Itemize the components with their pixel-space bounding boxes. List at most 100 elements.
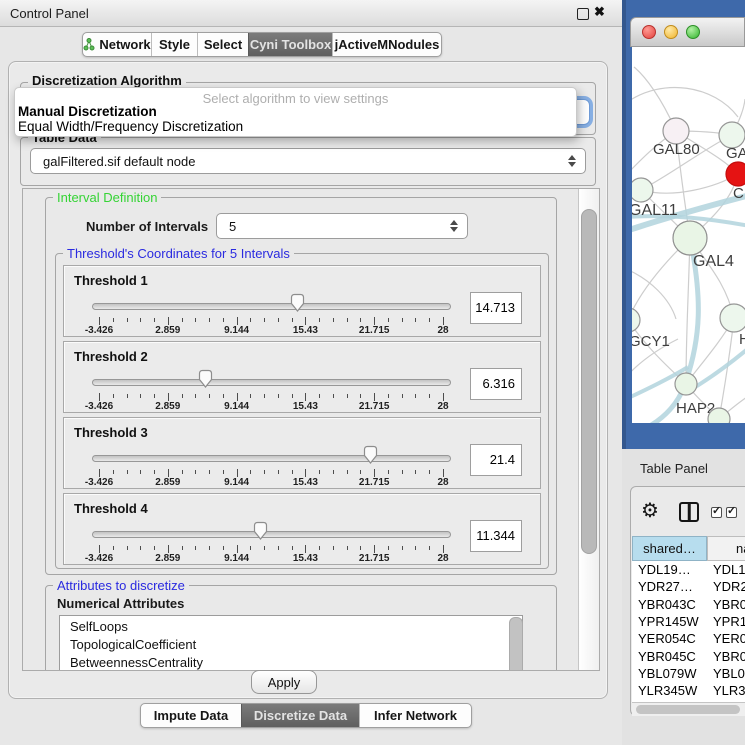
panel-scrollbar-track[interactable] xyxy=(578,189,600,670)
slider-tick xyxy=(209,318,210,322)
table-data-combobox[interactable]: galFiltered.sif default node xyxy=(30,148,586,174)
slider-tick xyxy=(168,469,169,477)
tab-jactivemnodules[interactable]: jActiveMNodules xyxy=(332,33,441,56)
tab-impute-data[interactable]: Impute Data xyxy=(141,704,241,727)
attributes-group-title: Attributes to discretize xyxy=(53,578,189,593)
threshold-label: Threshold 3 xyxy=(74,425,148,440)
threshold-value-input[interactable]: 21.4 xyxy=(470,444,522,476)
slider-tick xyxy=(99,469,100,477)
option-manual-discretization[interactable]: Manual Discretization xyxy=(18,104,157,119)
threshold-row: Threshold 3-3.4262.8599.14415.4321.71528… xyxy=(63,417,541,489)
tab-select[interactable]: Select xyxy=(197,33,248,56)
table-row[interactable]: YBL079WYBL0 xyxy=(632,665,745,682)
close-traffic-light-icon[interactable] xyxy=(642,25,656,39)
network-node[interactable] xyxy=(673,221,707,255)
attribute-item[interactable]: TopologicalCoefficient xyxy=(70,637,196,652)
cyni-mode-tabs: Impute Data Discretize Data Infer Networ… xyxy=(140,703,472,728)
column-header-name[interactable]: na xyxy=(707,536,745,561)
network-node-label: GAL11 xyxy=(632,202,678,219)
slider-thumb[interactable] xyxy=(198,369,213,389)
slider-track[interactable] xyxy=(92,303,451,310)
tab-jactivemnodules-label: jActiveMNodules xyxy=(335,37,440,52)
slider-tick xyxy=(237,317,238,325)
checkbox-icon[interactable] xyxy=(711,507,722,518)
slider-tick xyxy=(360,546,361,550)
table-row[interactable]: YDL19…YDL1 xyxy=(632,561,745,578)
table-hscrollbar-track[interactable] xyxy=(632,702,745,716)
threshold-value-input[interactable]: 11.344 xyxy=(470,520,522,552)
close-icon[interactable]: ✖ xyxy=(594,4,605,20)
column-header-shared-name[interactable]: shared… xyxy=(632,536,707,561)
slider-tick xyxy=(113,394,114,398)
slider-tick xyxy=(319,546,320,550)
tab-style-label: Style xyxy=(159,37,190,52)
slider-tick-label: 9.144 xyxy=(224,553,249,564)
tab-infer-network[interactable]: Infer Network xyxy=(359,704,471,727)
slider-tick xyxy=(140,470,141,474)
number-of-intervals-combobox[interactable]: 5 xyxy=(216,213,468,239)
tab-style[interactable]: Style xyxy=(151,33,197,56)
slider-tick-label: 2.859 xyxy=(155,477,180,488)
float-window-icon[interactable] xyxy=(577,8,589,20)
network-node[interactable] xyxy=(632,308,640,332)
table-row[interactable]: YDR27…YDR2 xyxy=(632,578,745,595)
table-row[interactable]: YPR145WYPR1 xyxy=(632,613,745,630)
option-equal-width-frequency[interactable]: Equal Width/Frequency Discretization xyxy=(18,119,243,134)
slider-tick xyxy=(305,317,306,325)
network-node[interactable] xyxy=(726,162,745,186)
zoom-traffic-light-icon[interactable] xyxy=(686,25,700,39)
slider-tick xyxy=(223,318,224,322)
tab-impute-data-label: Impute Data xyxy=(154,708,228,723)
network-node[interactable] xyxy=(675,373,697,395)
slider-tick xyxy=(388,546,389,550)
network-node[interactable] xyxy=(632,178,653,202)
attribute-item[interactable]: SelfLoops xyxy=(70,619,128,634)
threshold-value-input[interactable]: 14.713 xyxy=(470,292,522,324)
slider-thumb[interactable] xyxy=(253,521,268,541)
slider-thumb[interactable] xyxy=(290,293,305,313)
network-edge[interactable] xyxy=(632,87,738,117)
network-node[interactable] xyxy=(720,304,745,332)
slider-tick xyxy=(333,546,334,550)
slider-track[interactable] xyxy=(92,455,451,462)
slider-track[interactable] xyxy=(92,531,451,538)
slider-tick xyxy=(127,470,128,474)
table-row[interactable]: YBR043CYBR0 xyxy=(632,596,745,613)
network-edge-thick[interactable] xyxy=(692,347,745,389)
table-row[interactable]: YER054CYER0 xyxy=(632,630,745,647)
tab-network[interactable]: Network xyxy=(83,33,151,56)
network-node-label: GA xyxy=(726,145,745,162)
tab-cyni-toolbox[interactable]: Cyni Toolbox xyxy=(248,33,332,56)
tab-discretize-data-label: Discretize Data xyxy=(254,708,347,723)
slider-thumb[interactable] xyxy=(363,445,378,465)
slider-tick xyxy=(388,394,389,398)
checkbox-icon[interactable] xyxy=(726,507,737,518)
table-row[interactable]: YBR045CYBR0 xyxy=(632,648,745,665)
minimize-traffic-light-icon[interactable] xyxy=(664,25,678,39)
panel-scrollbar-thumb[interactable] xyxy=(581,209,597,554)
network-edge-thick[interactable] xyxy=(648,238,698,423)
attribute-item[interactable]: BetweennessCentrality xyxy=(70,655,203,670)
threshold-value-input[interactable]: 6.316 xyxy=(470,368,522,400)
gear-icon[interactable]: ⚙ xyxy=(641,500,659,522)
apply-button[interactable]: Apply xyxy=(251,670,317,694)
slider-tick-label: 2.859 xyxy=(155,325,180,336)
settings-scroll-viewport: Interval Definition Number of Intervals … xyxy=(22,188,600,671)
slider-tick-label: 21.715 xyxy=(359,477,390,488)
tab-discretize-data[interactable]: Discretize Data xyxy=(241,704,359,727)
network-edge[interactable] xyxy=(641,174,738,193)
slider-tick xyxy=(333,394,334,398)
column-layout-icon[interactable] xyxy=(679,502,699,522)
cell-name: YBR0 xyxy=(713,649,745,664)
attributes-list-scrollbar[interactable] xyxy=(509,617,523,671)
slider-tick-label: 2.859 xyxy=(155,401,180,412)
slider-tick xyxy=(195,546,196,550)
slider-tick xyxy=(209,394,210,398)
table-hscrollbar-thumb[interactable] xyxy=(636,705,740,714)
network-view-canvas[interactable]: GAL80GACGAL11GAL4GCY1HHAP2 xyxy=(632,47,745,423)
window-title: Control Panel xyxy=(10,6,89,21)
table-row[interactable]: YLR345WYLR3 xyxy=(632,682,745,699)
slider-tick xyxy=(250,318,251,322)
cell-shared-name: YPR145W xyxy=(638,614,699,629)
slider-track[interactable] xyxy=(92,379,451,386)
